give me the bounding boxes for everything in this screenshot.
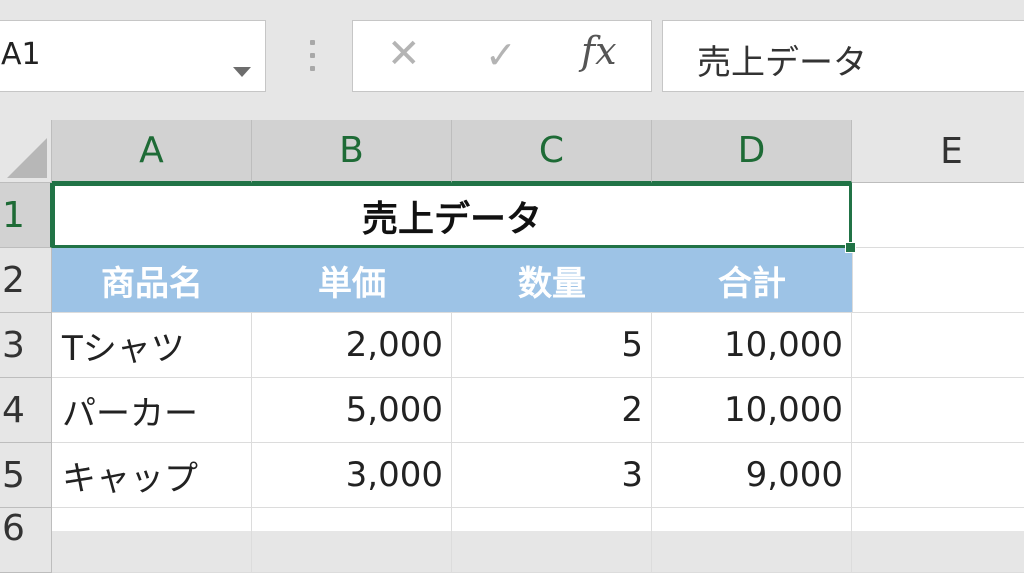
column-header-d[interactable]: D [652, 120, 852, 183]
cancel-icon[interactable]: ✕ [387, 31, 421, 77]
cell-d5[interactable]: 9,000 [652, 443, 852, 508]
row-header-6[interactable]: 6 [0, 508, 52, 573]
name-box-dropdown-icon[interactable] [233, 67, 251, 77]
cell-a3[interactable]: Tシャツ [52, 313, 252, 378]
cell-d2[interactable]: 合計 [652, 248, 852, 313]
enter-icon[interactable]: ✓ [485, 33, 517, 77]
cell-c3[interactable]: 5 [452, 313, 652, 378]
row-header-4[interactable]: 4 [0, 378, 52, 443]
formula-input[interactable]: 売上データ [662, 20, 1024, 92]
name-box-value: A1 [1, 37, 41, 72]
column-header-b[interactable]: B [252, 120, 452, 183]
column-header-c[interactable]: C [452, 120, 652, 183]
cell-c6[interactable] [452, 508, 652, 573]
formula-bar-grip-icon[interactable] [310, 40, 316, 74]
row-header-2[interactable]: 2 [0, 248, 52, 313]
cell-c5[interactable]: 3 [452, 443, 652, 508]
cell-e1[interactable] [852, 183, 1024, 248]
cell-a6[interactable] [52, 508, 252, 573]
cell-a5[interactable]: キャップ [52, 443, 252, 508]
cell-d3[interactable]: 10,000 [652, 313, 852, 378]
formula-content: 売上データ [697, 43, 867, 83]
cell-a4[interactable]: パーカー [52, 378, 252, 443]
cell-a1-merged-selected[interactable]: 売上データ [52, 183, 852, 248]
cell-e4[interactable] [852, 378, 1024, 443]
formula-buttons: ✕ ✓ fx [352, 20, 652, 92]
name-box[interactable]: A1 [0, 20, 266, 92]
row-header-1[interactable]: 1 [0, 183, 52, 248]
column-header-a[interactable]: A [52, 120, 252, 183]
cell-b2[interactable]: 単価 [252, 248, 452, 313]
cell-b4[interactable]: 5,000 [252, 378, 452, 443]
row-header-5[interactable]: 5 [0, 443, 52, 508]
column-header-e[interactable]: E [852, 120, 1024, 183]
cell-e5[interactable] [852, 443, 1024, 508]
cell-c2[interactable]: 数量 [452, 248, 652, 313]
cell-c4[interactable]: 2 [452, 378, 652, 443]
cell-b3[interactable]: 2,000 [252, 313, 452, 378]
row-header-3[interactable]: 3 [0, 313, 52, 378]
cell-e2[interactable] [852, 248, 1024, 313]
cell-e3[interactable] [852, 313, 1024, 378]
cell-e6[interactable] [852, 508, 1024, 573]
select-all-button[interactable] [0, 120, 52, 183]
cell-a2[interactable]: 商品名 [52, 248, 252, 313]
insert-function-icon[interactable]: fx [581, 29, 617, 73]
select-all-icon [7, 138, 47, 178]
cell-d4[interactable]: 10,000 [652, 378, 852, 443]
fill-handle[interactable] [845, 242, 856, 253]
cell-d6[interactable] [652, 508, 852, 573]
cell-b6[interactable] [252, 508, 452, 573]
cell-b5[interactable]: 3,000 [252, 443, 452, 508]
worksheet-grid: A B C D E 1 2 3 4 5 6 商品名 単価 数量 合計 Tシャツ … [0, 120, 1024, 573]
